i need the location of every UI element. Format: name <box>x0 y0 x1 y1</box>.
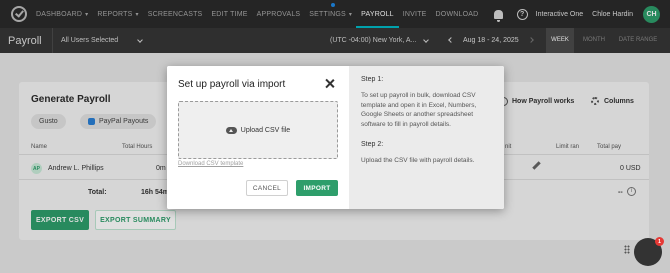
modal-title: Set up payroll via import <box>178 79 286 90</box>
import-button[interactable]: IMPORT <box>296 180 338 196</box>
chat-badge: 1 <box>655 237 664 246</box>
drag-handle-icon[interactable] <box>624 245 630 254</box>
csv-upload-dropzone[interactable]: Upload CSV file <box>178 101 338 159</box>
step1-title: Step 1: <box>361 76 384 83</box>
step2-text: Upload the CSV file with payroll details… <box>361 157 475 164</box>
modal-instructions-panel: Step 1: To set up payroll in bulk, downl… <box>349 66 504 209</box>
close-icon[interactable] <box>324 78 336 90</box>
download-template-link[interactable]: Download CSV template <box>178 161 243 167</box>
step2-title: Step 2: <box>361 141 384 148</box>
step1-text: To set up payroll in bulk, download CSV … <box>361 92 477 128</box>
cloud-upload-icon <box>225 126 237 134</box>
cancel-button[interactable]: CANCEL <box>246 180 288 196</box>
modal-left-panel: Set up payroll via import Upload CSV fil… <box>167 66 349 209</box>
import-payroll-modal: Set up payroll via import Upload CSV fil… <box>167 66 504 209</box>
